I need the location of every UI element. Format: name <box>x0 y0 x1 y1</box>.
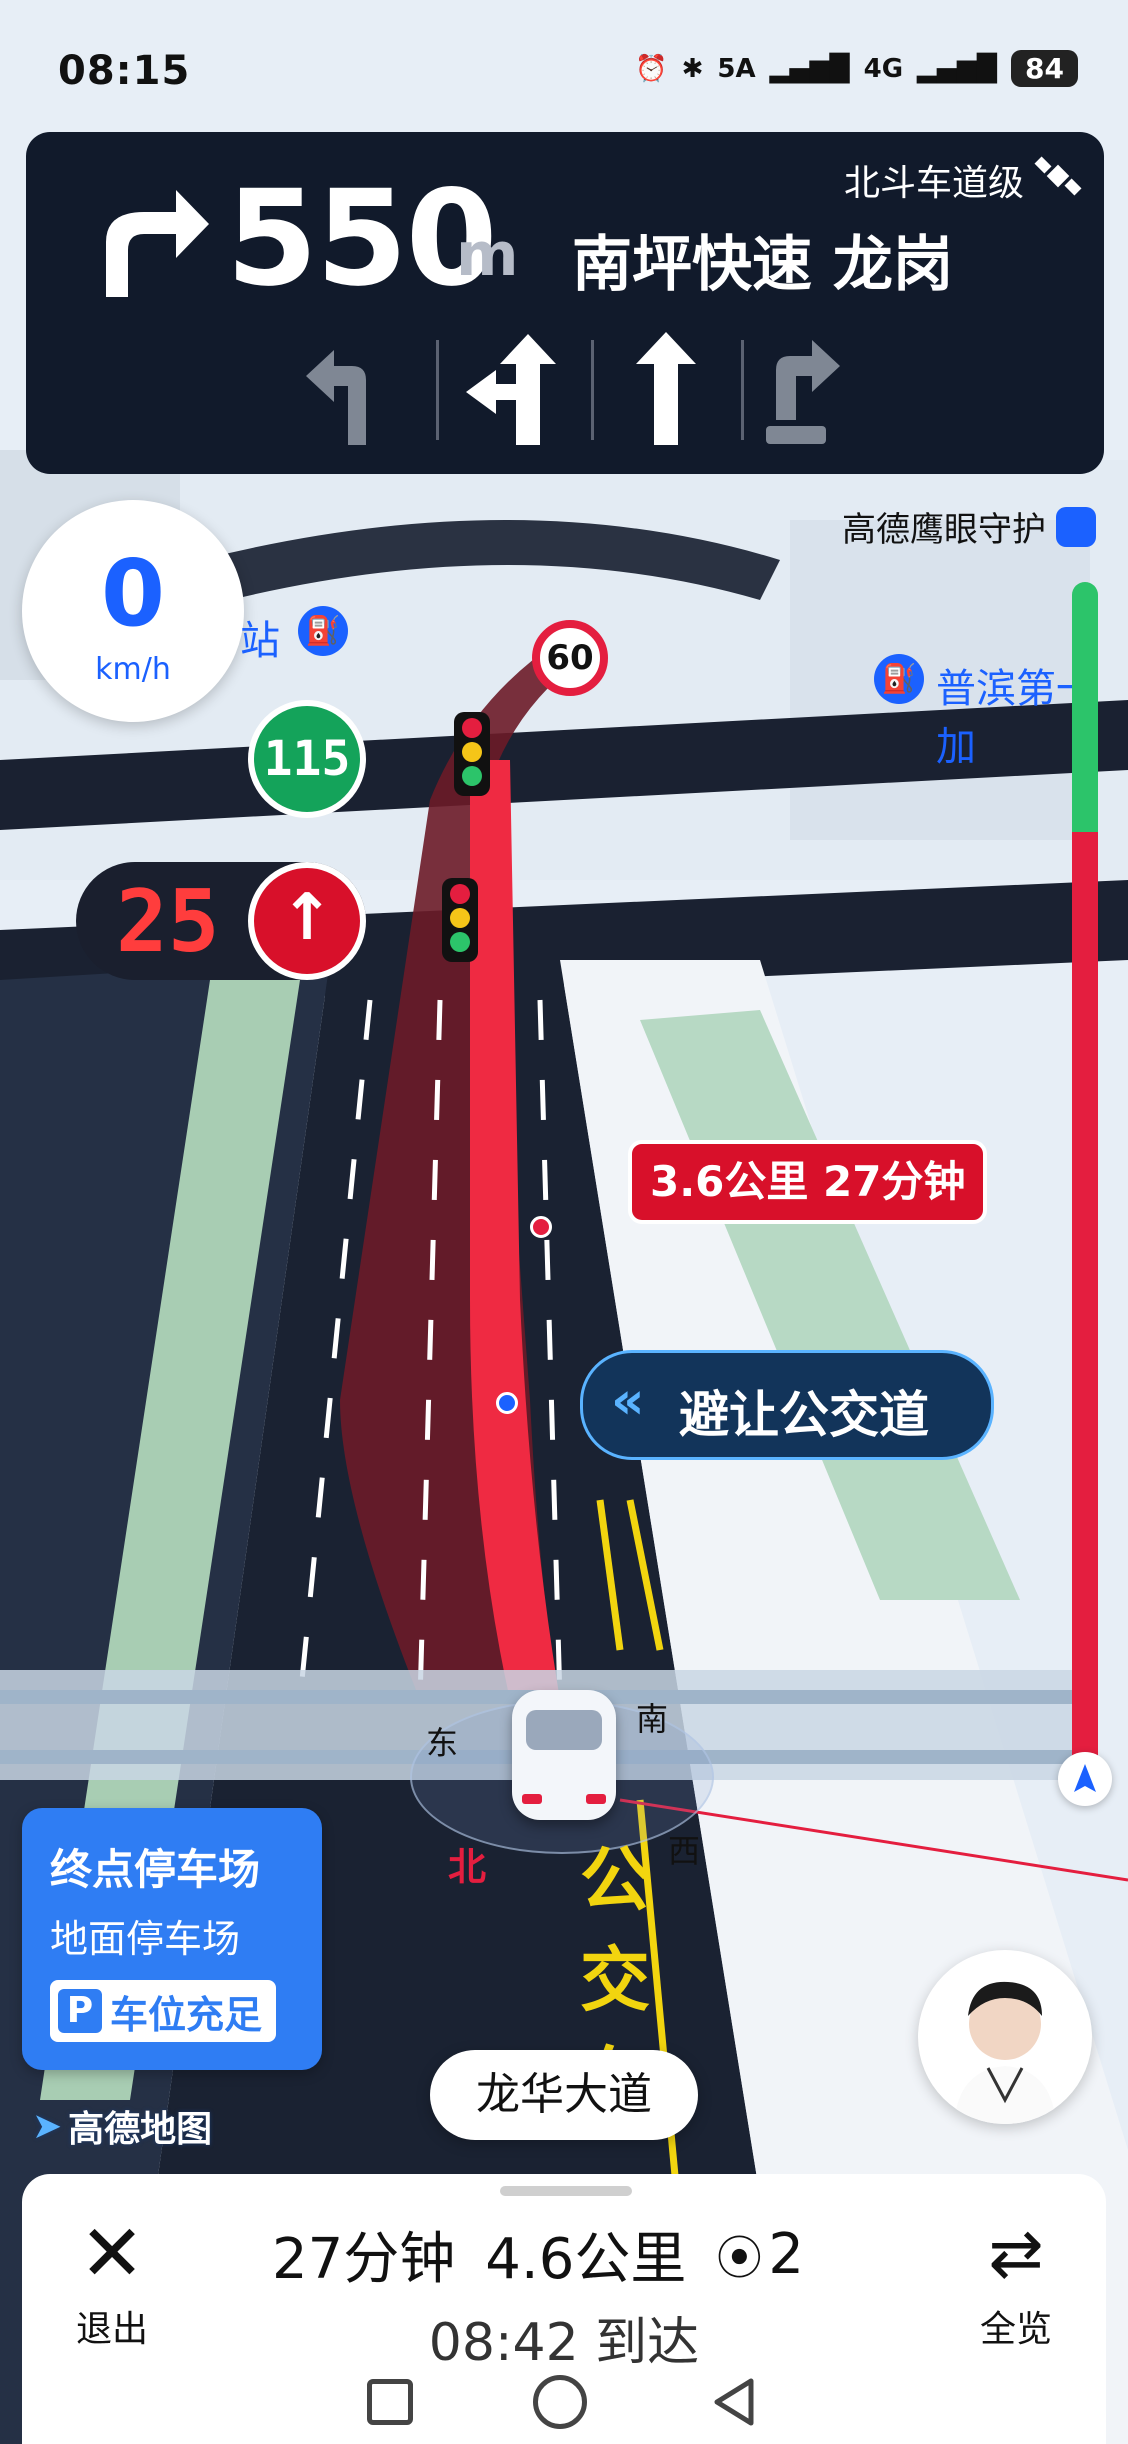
navigation-screen: 08:15 ⏰ ✱ 5A ▂▄▆█ 4G ▂▄▆█ 84 550 m 南坪快速 … <box>0 0 1128 2444</box>
turn-guidance-panel: 550 m 南坪快速 龙岗 北斗车道级 <box>26 132 1104 474</box>
drag-handle[interactable] <box>500 2186 632 2196</box>
status-bar: 08:15 ⏰ ✱ 5A ▂▄▆█ 4G ▂▄▆█ 84 <box>0 0 1128 150</box>
system-navigation-bar <box>0 2360 1128 2444</box>
distance-unit: m <box>456 220 519 290</box>
bus-lane-callout[interactable]: « 避让公交道 <box>580 1350 994 1460</box>
paper-plane-icon: ➤ <box>32 2105 63 2147</box>
red-countdown-value: 25 <box>116 872 220 972</box>
progress-red-segment <box>1072 832 1098 1782</box>
traffic-callout[interactable]: 3.6公里 27分钟 <box>628 1140 988 1224</box>
trip-summary: 27分钟 4.6公里 ⦿ 2 <box>272 2214 804 2295</box>
green-countdown-value: 115 <box>263 731 351 787</box>
double-chevron-left-icon: « <box>611 1371 645 1431</box>
gas-station-icon[interactable]: ⛽ <box>298 606 348 656</box>
remaining-time: 27分钟 <box>272 2227 456 2292</box>
current-street-pill[interactable]: 龙华大道 <box>430 2050 698 2140</box>
parking-status: 车位充足 <box>110 1992 263 2037</box>
overview-label: 全览 <box>979 2309 1052 2350</box>
current-speed: 0 km/h <box>22 500 244 722</box>
remaining-distance: 4.6公里 <box>485 2227 687 2292</box>
traffic-light-icon <box>454 712 490 796</box>
traffic-lights-count: ⦿ 2 <box>716 2222 804 2288</box>
compass-north: 北 <box>448 1845 487 1889</box>
signal-bars-icon: ▂▄▆█ <box>769 53 850 84</box>
traffic-light-icon <box>442 878 478 962</box>
satellite-icon <box>1034 156 1082 196</box>
parking-status-chip: P 车位充足 <box>50 1980 277 2042</box>
signal-5a-label: 5A <box>717 53 756 84</box>
red-countdown-badge: 25 ↑ <box>76 862 366 980</box>
gas-station-icon[interactable]: ⛽ <box>874 654 924 704</box>
destination-parking-card[interactable]: 终点停车场 地面停车场 P 车位充足 <box>22 1808 322 2070</box>
logo-text: 高德地图 <box>68 2109 213 2150</box>
route-progress-bar <box>1072 582 1098 1782</box>
lane-divider <box>741 340 744 440</box>
eagle-eye-guard[interactable]: 高德鹰眼守护 <box>842 502 1096 551</box>
bus-lane-right-turn-icon <box>766 340 840 444</box>
green-countdown-badge: 115 <box>248 700 366 818</box>
speed-limit-value: 60 <box>546 638 594 678</box>
bluetooth-icon: ✱ <box>681 53 704 84</box>
compass-west: 西 <box>668 1832 701 1870</box>
home-button[interactable] <box>533 2375 587 2429</box>
amap-logo: ➤ 高德地图 <box>32 2100 212 2152</box>
car-icon <box>512 1690 616 1820</box>
straight-lane-icon <box>636 332 696 445</box>
next-road-name: 南坪快速 龙岗 <box>572 230 953 300</box>
signal-4g-label: 4G <box>863 53 904 84</box>
left-straight-lane-icon <box>466 334 556 445</box>
parking-icon: P <box>58 1989 102 2033</box>
turn-right-arrow-icon <box>106 190 209 297</box>
current-position-marker-icon <box>1058 1752 1112 1806</box>
status-icons: ⏰ ✱ 5A ▂▄▆█ 4G ▂▄▆█ 84 <box>635 50 1078 87</box>
signal-bars-icon: ▂▄▆█ <box>917 53 998 84</box>
parking-type: 地面停车场 <box>50 1917 241 1961</box>
compass-east: 东 <box>426 1724 459 1762</box>
eagle-eye-label: 高德鹰眼守护 <box>842 510 1046 550</box>
progress-green-segment <box>1072 582 1098 832</box>
traffic-light-icon: ⦿ <box>716 2230 763 2285</box>
lane-indicators <box>296 330 856 450</box>
lane-divider <box>591 340 594 440</box>
beidou-lane-label: 北斗车道级 <box>843 163 1024 204</box>
alarm-icon: ⏰ <box>635 53 668 84</box>
bus-lane-callout-text: 避让公交道 <box>679 1386 929 1444</box>
speed-limit-sign: 60 <box>532 620 608 696</box>
speed-value: 0 <box>100 540 165 647</box>
status-time: 08:15 <box>58 48 191 94</box>
compass-south: 南 <box>636 1700 669 1738</box>
traffic-callout-text: 3.6公里 27分钟 <box>650 1157 966 1206</box>
poi-label[interactable]: 普滨第一加 <box>936 656 1128 772</box>
left-turn-lane-icon <box>306 350 366 445</box>
parking-title: 终点停车场 <box>50 1845 261 1894</box>
straight-arrow-icon: ↑ <box>248 862 366 980</box>
voice-assistant-avatar[interactable] <box>918 1950 1092 2124</box>
shield-icon <box>1056 506 1096 547</box>
route-overview-icon: ⇄ <box>988 2215 1044 2292</box>
close-icon: ✕ <box>79 2209 145 2299</box>
recent-apps-button[interactable] <box>367 2379 413 2425</box>
speed-unit: km/h <box>95 652 171 687</box>
lane-divider <box>436 340 439 440</box>
back-button[interactable] <box>707 2375 761 2429</box>
bus-lane-callout-connector <box>496 1392 518 1414</box>
traffic-callout-connector <box>530 1216 552 1238</box>
traffic-lights-value: 2 <box>768 2222 804 2287</box>
battery-badge: 84 <box>1011 50 1078 87</box>
overview-button[interactable]: ⇄ 全览 <box>956 2214 1076 2352</box>
station-label[interactable]: 站 <box>240 608 280 666</box>
